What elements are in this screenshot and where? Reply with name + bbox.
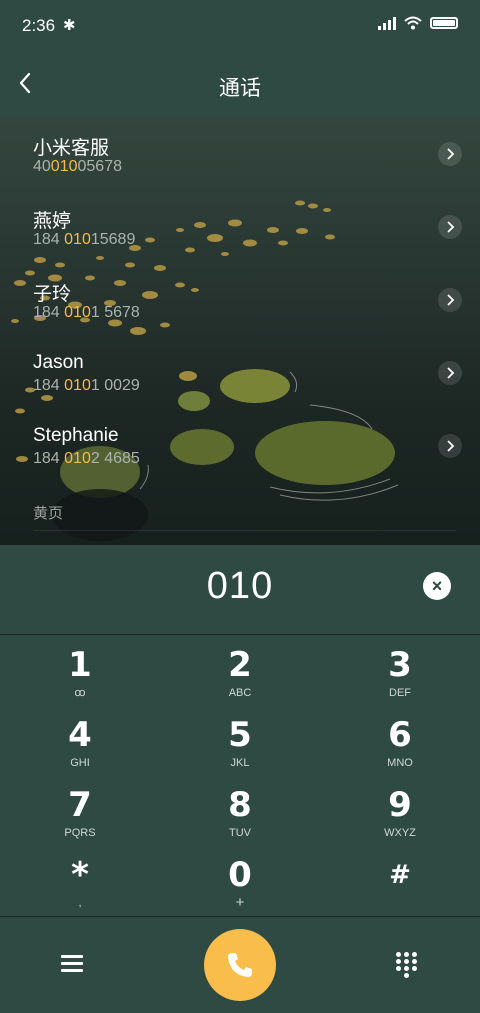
contact-number: 184 0101 5678: [33, 304, 140, 321]
status-icons: [378, 16, 458, 30]
battery-icon: [430, 17, 458, 29]
key-2[interactable]: 2 ABC: [160, 635, 320, 705]
chevron-right-icon[interactable]: [438, 142, 462, 166]
key-3[interactable]: 3 DEF: [320, 635, 480, 705]
key-digit: 8: [228, 785, 252, 825]
wifi-icon: [404, 16, 422, 30]
key-digit: #: [389, 860, 411, 890]
key-0[interactable]: 0 +: [160, 845, 320, 915]
key-digit: 4: [68, 715, 92, 755]
key-digit: 7: [68, 785, 92, 825]
key-letters: MNO: [387, 757, 413, 769]
page-title: 通话: [219, 77, 261, 100]
key-hash[interactable]: #: [320, 845, 480, 915]
key-6[interactable]: 6 MNO: [320, 705, 480, 775]
contact-number: 184 0101 0029: [33, 377, 140, 394]
key-5[interactable]: 5 JKL: [160, 705, 320, 775]
clear-input-button[interactable]: ×: [423, 572, 451, 600]
phone-icon: [228, 953, 252, 977]
key-8[interactable]: 8 TUV: [160, 775, 320, 845]
chevron-right-icon[interactable]: [438, 288, 462, 312]
chevron-right-icon[interactable]: [438, 361, 462, 385]
contact-name: Jason: [33, 352, 84, 373]
key-letters: ABC: [228, 687, 252, 699]
key-star[interactable]: *,: [0, 845, 160, 915]
key-digit: 2: [228, 645, 252, 685]
list-item[interactable]: 子玲 184 0101 5678: [0, 263, 480, 336]
key-letters: WXYZ: [384, 827, 416, 839]
voicemail-icon: ꝏ: [74, 687, 86, 699]
key-digit: 5: [228, 715, 252, 755]
dialpad-toggle-icon[interactable]: [396, 952, 418, 978]
contact-number: 4001005678: [33, 158, 122, 175]
key-digit: 6: [388, 715, 412, 755]
dialpad: 1ꝏ 2 ABC 3 DEF 4 GHI 5 JKL 6 MNO 7 PQRS 8 TUV 9…: [0, 635, 480, 917]
divider: [33, 530, 456, 531]
search-results-list: 小米客服 4001005678 燕婷 184 01015689 子玲 184 0…: [0, 117, 480, 545]
signal-icon: [378, 16, 396, 30]
contact-name: 子玲: [33, 284, 72, 305]
key-letters: ,: [78, 897, 82, 909]
key-letters: DEF: [389, 687, 411, 699]
yellow-pages-section-header: 黄页: [33, 505, 64, 522]
key-letters: PQRS: [64, 827, 96, 839]
key-digit: *: [71, 855, 89, 895]
contact-number: 184 01015689: [33, 231, 136, 248]
contact-name: Stephanie: [33, 425, 119, 446]
key-9[interactable]: 9 WXYZ: [320, 775, 480, 845]
key-letters: GHI: [70, 757, 90, 769]
list-item[interactable]: Jason 184 0101 0029: [0, 336, 480, 409]
key-digit: 9: [388, 785, 412, 825]
header: 通话: [0, 52, 480, 117]
contact-name: 小米客服: [33, 138, 110, 159]
contact-name: 燕婷: [33, 211, 72, 232]
bottom-action-bar: [0, 917, 480, 1013]
bluetooth-icon: ✱: [63, 17, 76, 34]
contact-number: 184 0102 4685: [33, 450, 140, 467]
key-letters: +: [235, 894, 245, 911]
dial-number-display[interactable]: 010: [0, 565, 480, 608]
key-letters: JKL: [230, 757, 250, 769]
key-digit: 3: [388, 645, 412, 685]
call-button[interactable]: [204, 929, 276, 1001]
key-letters: TUV: [229, 827, 251, 839]
menu-icon[interactable]: [61, 955, 83, 973]
key-7[interactable]: 7 PQRS: [0, 775, 160, 845]
key-1[interactable]: 1ꝏ: [0, 635, 160, 705]
list-item[interactable]: Stephanie 184 0102 4685: [0, 409, 480, 482]
chevron-right-icon[interactable]: [438, 434, 462, 458]
key-digit: 0: [228, 855, 252, 895]
status-time: 2:36: [22, 16, 56, 35]
key-digit: 1: [68, 645, 92, 685]
list-item[interactable]: 小米客服 4001005678: [0, 117, 480, 190]
key-4[interactable]: 4 GHI: [0, 705, 160, 775]
dial-input-bar: 010 ×: [0, 545, 480, 635]
list-item[interactable]: 燕婷 184 01015689: [0, 190, 480, 263]
status-bar: 2:36 ✱: [0, 0, 480, 52]
chevron-right-icon[interactable]: [438, 215, 462, 239]
